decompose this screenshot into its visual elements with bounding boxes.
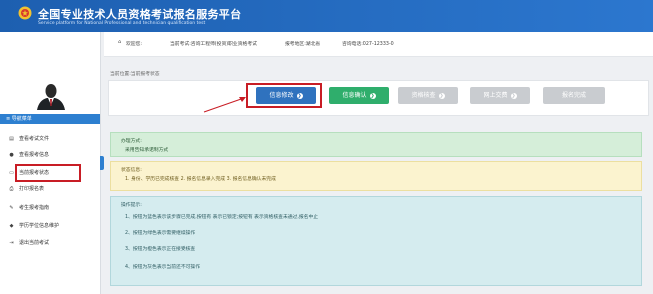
status-box: 状态信息: 1. 身份、学历已完成核查 2. 报名信息录入完成 3. 报名信息确… (110, 161, 642, 191)
sidebar-highlight-box (15, 164, 81, 182)
monitor-icon: ▭ (9, 170, 14, 176)
emblem-icon (18, 6, 32, 20)
sidebar-item-label: 打印报名表 (19, 186, 45, 192)
info-icon: ● (9, 152, 14, 158)
sidebar-item-file[interactable]: ▤ 查看考试文件 (0, 132, 100, 147)
operation-tips-box: 操作提示: 1、按钮为蓝色表示该步骤已完成,按钮有 表示已锁定;按钮有 表示资格… (110, 196, 642, 286)
pen-icon: ✎ (9, 205, 14, 211)
arrow-right-icon: ❯ (510, 92, 517, 99)
exam-region: 报考地区:湖北省 (285, 42, 321, 47)
sidebar-item-label: 查看报考信息 (19, 152, 50, 158)
step-qualification-check-button[interactable]: 资格核查 ❯ (398, 87, 458, 104)
method-box: 办理方式: 采用告知承诺制方式 (110, 132, 642, 157)
logout-icon: ⇥ (9, 240, 14, 246)
step-highlight-box (246, 83, 322, 108)
print-icon: ⎙ (9, 186, 14, 192)
step-info-confirm-button[interactable]: 信息确认 ❯ (329, 87, 389, 104)
home-icon: ⌂ (118, 40, 122, 45)
sidebar-item-label: 退出当前考试 (19, 240, 50, 246)
contact-phone: 咨询电话:027-12333-0 (342, 42, 394, 47)
step-registration-complete-button[interactable]: 报名完成 (543, 87, 605, 104)
sidebar-item-pen[interactable]: ✎ 考生报考指南 (0, 201, 100, 216)
sidebar-item-logout[interactable]: ⇥ 退出当前考试 (0, 236, 100, 251)
arrow-right-icon: ❯ (369, 92, 376, 99)
tip-line: 1、按钮为蓝色表示该步骤已完成,按钮有 表示已锁定;按钮有 表示资格核查未通过,… (125, 215, 319, 220)
sidebar-menu-header: ≡ 导航菜单 (0, 114, 100, 124)
sidebar-item-print[interactable]: ⎙ 打印报名表 (0, 182, 100, 197)
degree-icon: ◆ (9, 223, 14, 229)
tip-line: 3、按钮为橙色表示正在接受核查 (125, 247, 196, 252)
step-online-payment-button[interactable]: 网上交费 ❯ (470, 87, 530, 104)
tip-line: 4、按钮为灰色表示当前还不可操作 (125, 265, 201, 270)
tip-line: 2、按钮为绿色表示需要继续操作 (125, 231, 196, 236)
file-icon: ▤ (9, 136, 14, 142)
site-subtitle: Service platform for National Profession… (38, 21, 206, 26)
sidebar-item-info[interactable]: ● 查看报考信息 (0, 148, 100, 163)
info-bar: ⌂ 欢迎您: 当前考试:咨询工程师(投资)职业资格考试 报考地区:湖北省 咨询电… (104, 32, 653, 57)
arrow-right-icon: ❯ (438, 92, 445, 99)
annotation-arrow-icon (203, 97, 246, 113)
top-header: 全国专业技术人员资格考试报名服务平台 Service platform for … (0, 0, 653, 32)
welcome-label: 欢迎您: (126, 42, 143, 47)
current-exam: 当前考试:咨询工程师(投资)职业资格考试 (170, 42, 257, 47)
sidebar-item-label: 查看考试文件 (19, 136, 50, 142)
site-title: 全国专业技术人员资格考试报名服务平台 (38, 8, 242, 21)
user-avatar (33, 80, 69, 110)
sidebar: ≡ 导航菜单 (0, 32, 101, 294)
sidebar-item-label: 考生报考指南 (19, 205, 50, 211)
breadcrumb: 当前位置:当前报考状态 (110, 72, 160, 77)
sidebar-item-label: 学历学位信息维护 (19, 223, 60, 229)
sidebar-item-degree[interactable]: ◆ 学历学位信息维护 (0, 219, 100, 234)
